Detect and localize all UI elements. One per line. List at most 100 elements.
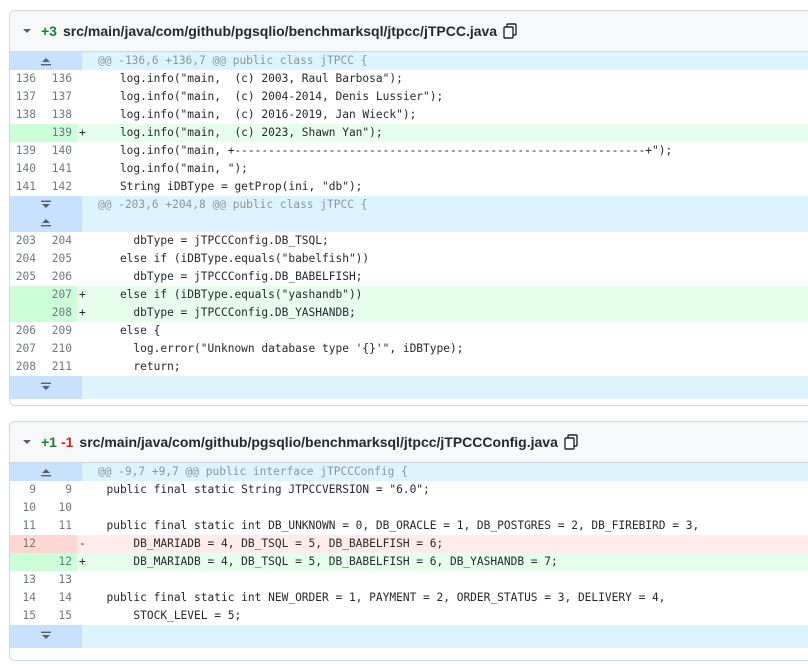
diff-sign — [77, 268, 93, 286]
diff-sign — [77, 322, 93, 340]
context-line: 208 211 return; — [10, 358, 808, 376]
hunk-expander-bottom — [10, 376, 808, 399]
diff-sign: - — [79, 537, 86, 550]
old-line-number[interactable]: 136 — [10, 70, 41, 88]
new-line-number[interactable]: 210 — [41, 340, 77, 358]
diff-sign — [77, 517, 93, 535]
diff-sign: + — [79, 306, 86, 319]
expand-down-icon[interactable] — [40, 631, 52, 641]
diff-sign — [77, 178, 93, 196]
old-line-number[interactable]: 138 — [10, 106, 41, 124]
new-line-number[interactable]: 13 — [41, 571, 77, 589]
expand-down-icon[interactable] — [40, 200, 52, 210]
context-line: 204205 else if (iDBType.equals("babelfis… — [10, 250, 808, 268]
code-text: log.info("main, +-----------------------… — [93, 144, 673, 157]
additions-count: +3 — [41, 23, 57, 39]
context-line: 15 15 STOCK_LEVEL = 5; — [10, 607, 808, 625]
old-line-number[interactable]: 10 — [10, 499, 41, 517]
old-line-number[interactable]: 13 — [10, 571, 41, 589]
new-line-number[interactable]: 206 — [41, 268, 77, 286]
code-text: dbType = jTPCCConfig.DB_YASHANDB; — [93, 306, 356, 319]
old-line-number[interactable]: 15 — [10, 607, 41, 625]
new-line-number[interactable]: 139 — [41, 124, 77, 142]
context-line: 141 142 String iDBType = getProp(ini, "db… — [10, 178, 808, 196]
context-line: 206 209 else { — [10, 322, 808, 340]
old-line-number[interactable]: 11 — [10, 517, 41, 535]
file-path[interactable]: src/main/java/com/github/pgsqlio/benchma… — [63, 23, 497, 39]
chevron-down-icon[interactable] — [22, 26, 32, 36]
code-text: String iDBType = getProp(ini, "db"); — [93, 180, 363, 193]
new-line-number[interactable]: 12 — [41, 553, 77, 571]
file-header: +1 -1 src/main/java/com/github/pgsqlio/b… — [10, 422, 808, 463]
new-line-number[interactable]: 207 — [41, 286, 77, 304]
old-line-number[interactable] — [10, 286, 41, 304]
diff-lines: @@ -9,7 +9,7 @@ public interface jTPCCCo… — [10, 463, 808, 648]
old-line-number[interactable] — [10, 553, 41, 571]
expand-up-icon[interactable] — [40, 56, 52, 66]
old-line-number[interactable]: 206 — [10, 322, 41, 340]
new-line-number[interactable]: 211 — [41, 358, 77, 376]
new-line-number[interactable]: 140 — [41, 142, 77, 160]
diff-sign — [77, 589, 93, 607]
new-line-number[interactable]: 141 — [41, 160, 77, 178]
old-line-number[interactable]: 9 — [10, 481, 41, 499]
code-text: dbType = jTPCCConfig.DB_BABELFISH; — [93, 270, 363, 283]
chevron-down-icon[interactable] — [22, 437, 32, 447]
old-line-number[interactable]: 137 — [10, 88, 41, 106]
old-line-number[interactable]: 208 — [10, 358, 41, 376]
code-text: DB_MARIADB = 4, DB_TSQL = 5, DB_BABELFIS… — [93, 537, 444, 550]
hunk-text: @@ -203,6 +204,8 @@ public class jTPCC { — [98, 198, 368, 211]
code-text: log.info("main, (c) 2004-2014, Denis Lus… — [93, 90, 444, 103]
context-line: 138 138 log.info("main, (c) 2016-2019, Ja… — [10, 106, 808, 124]
added-line: 139 + log.info("main, (c) 2023, Shawn Yan… — [10, 124, 808, 142]
diff-sign — [77, 499, 93, 517]
expand-up-icon[interactable] — [40, 217, 52, 227]
diff-sign — [77, 571, 93, 589]
old-line-number[interactable]: 12 — [10, 535, 41, 553]
expand-down-icon[interactable] — [40, 382, 52, 392]
new-line-number[interactable]: 9 — [41, 481, 77, 499]
new-line-number[interactable]: 14 — [41, 589, 77, 607]
new-line-number[interactable]: 10 — [41, 499, 77, 517]
new-line-number[interactable]: 138 — [41, 106, 77, 124]
diff-sign: + — [79, 126, 86, 139]
code-text: else if (iDBType.equals("yashandb")) — [93, 288, 363, 301]
new-line-number[interactable]: 11 — [41, 517, 77, 535]
code-text: log.info("main, "); — [93, 162, 248, 175]
new-line-number[interactable]: 137 — [41, 88, 77, 106]
file-path[interactable]: src/main/java/com/github/pgsqlio/benchma… — [79, 434, 557, 450]
context-line: 99 public final static String JTPCCVERSI… — [10, 481, 808, 499]
old-line-number[interactable] — [10, 304, 41, 322]
new-line-number[interactable]: 15 — [41, 607, 77, 625]
code-text: public final static int DB_UNKNOWN = 0, … — [93, 519, 700, 532]
code-text: log.info("main, (c) 2016-2019, Jan Wieck… — [93, 108, 417, 121]
old-line-number[interactable]: 14 — [10, 589, 41, 607]
file-header: +3 src/main/java/com/github/pgsqlio/benc… — [10, 11, 808, 52]
diff-sign: + — [79, 288, 86, 301]
new-line-number[interactable]: 208 — [41, 304, 77, 322]
expand-up-icon[interactable] — [40, 467, 52, 477]
old-line-number[interactable]: 141 — [10, 178, 41, 196]
copy-icon[interactable] — [564, 434, 578, 450]
old-line-number[interactable]: 205 — [10, 268, 41, 286]
hunk-expander-bottom — [10, 625, 808, 648]
new-line-number[interactable]: 136 — [41, 70, 77, 88]
diff-sign — [77, 358, 93, 376]
diff-lines: @@ -136,6 +136,7 @@ public class jTPCC {… — [10, 52, 808, 399]
context-line: 14 14 public final static int NEW_ORDER =… — [10, 589, 808, 607]
old-line-number[interactable]: 140 — [10, 160, 41, 178]
old-line-number[interactable]: 207 — [10, 340, 41, 358]
diff-sign — [77, 481, 93, 499]
old-line-number[interactable]: 139 — [10, 142, 41, 160]
new-line-number[interactable] — [41, 535, 77, 553]
new-line-number[interactable]: 142 — [41, 178, 77, 196]
diff-sign — [77, 106, 93, 124]
added-line: 207 + else if (iDBType.equals("yashandb")… — [10, 286, 808, 304]
diff-sign — [77, 607, 93, 625]
copy-icon[interactable] — [503, 23, 517, 39]
new-line-number[interactable]: 209 — [41, 322, 77, 340]
old-line-number[interactable] — [10, 124, 41, 142]
diff-sign: + — [79, 555, 86, 568]
